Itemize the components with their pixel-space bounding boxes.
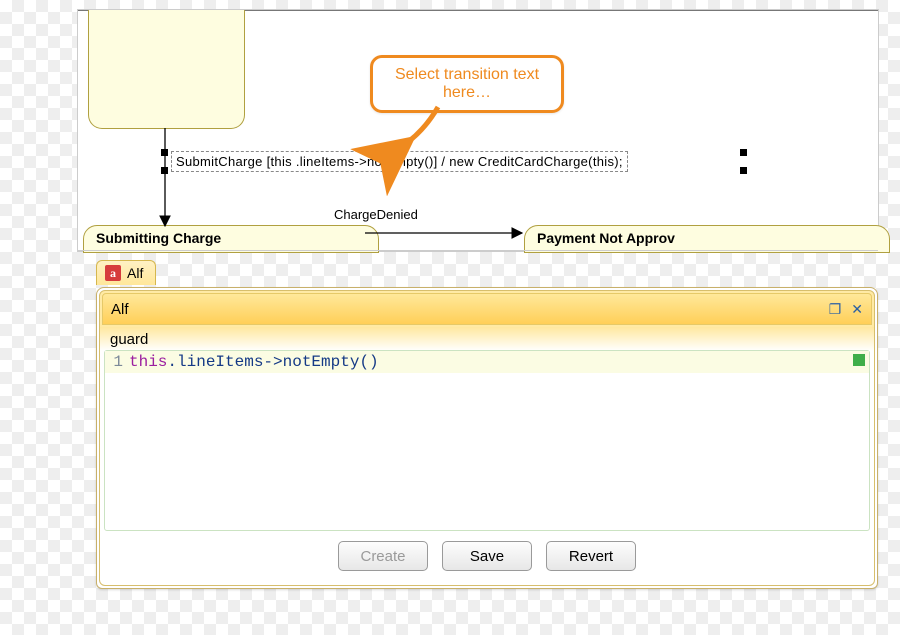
revert-button[interactable]: Revert: [546, 541, 636, 571]
alf-editor-panel: Alf ❐ ✕ guard 1 this.lineItems->notEmpty…: [96, 287, 878, 589]
callout-select-transition: Select transition text here…: [370, 55, 564, 113]
state-label: Submitting Charge: [96, 230, 221, 246]
editor-section-label: guard: [104, 329, 870, 348]
restore-icon[interactable]: ❐: [829, 301, 842, 318]
code-body: .lineItems->notEmpty(): [167, 353, 378, 371]
close-icon[interactable]: ✕: [851, 301, 863, 318]
selection-handle[interactable]: [161, 167, 168, 174]
transition-chargedenied-label[interactable]: ChargeDenied: [334, 207, 418, 222]
alf-icon: a: [105, 265, 121, 281]
editor-title: Alf: [111, 301, 129, 318]
editor-button-row: Create Save Revert: [104, 533, 870, 581]
code-keyword: this: [129, 353, 167, 371]
state-source-fragment[interactable]: [88, 10, 245, 129]
tab-label: Alf: [127, 265, 143, 281]
tab-alf[interactable]: a Alf: [96, 260, 156, 285]
editor-tab-strip: a Alf: [96, 260, 156, 285]
transition-label[interactable]: SubmitCharge [this .lineItems->notEmpty(…: [172, 152, 627, 171]
code-line-1[interactable]: 1 this.lineItems->notEmpty(): [105, 351, 869, 373]
selection-handle[interactable]: [740, 149, 747, 156]
line-number: 1: [105, 353, 123, 371]
selection-handle[interactable]: [740, 167, 747, 174]
create-button[interactable]: Create: [338, 541, 428, 571]
save-button[interactable]: Save: [442, 541, 532, 571]
editor-titlebar: Alf ❐ ✕: [102, 293, 872, 325]
code-editor[interactable]: 1 this.lineItems->notEmpty(): [104, 350, 870, 531]
state-row-separator: [78, 249, 878, 251]
selection-handle[interactable]: [161, 149, 168, 156]
code-status-marker: [853, 354, 865, 366]
state-label: Payment Not Approv: [537, 230, 675, 246]
